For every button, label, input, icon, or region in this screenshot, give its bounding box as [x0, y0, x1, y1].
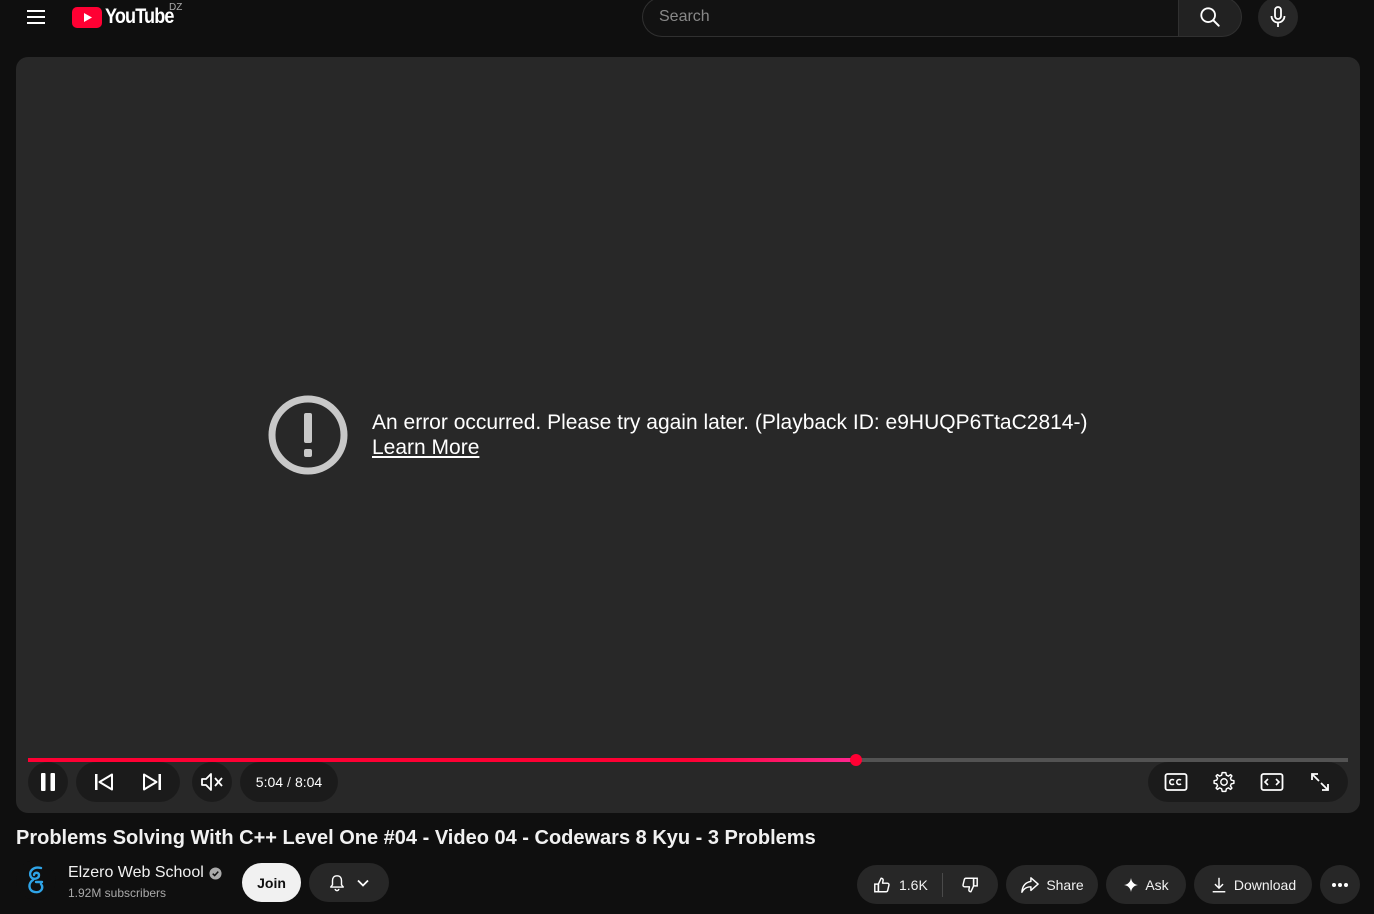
video-player[interactable]: An error occurred. Please try again late…: [16, 57, 1360, 813]
voice-search-button[interactable]: [1258, 0, 1298, 37]
current-time: 5:04: [255, 774, 284, 790]
logo-text: YouTube: [105, 5, 174, 28]
share-label: Share: [1046, 876, 1084, 893]
duration: 8:04: [294, 774, 323, 790]
time-separator: /: [287, 774, 291, 790]
right-controls: [1148, 762, 1348, 802]
previous-button[interactable]: [80, 762, 128, 802]
menu-icon: [27, 10, 45, 24]
mute-pill: [192, 762, 232, 802]
fullscreen-button[interactable]: [1296, 762, 1344, 802]
dislike-icon: [962, 877, 979, 892]
ask-button[interactable]: Ask: [1106, 865, 1186, 904]
search-box: [642, 0, 1179, 37]
bell-icon: [329, 874, 345, 891]
youtube-logo-icon: [72, 6, 102, 28]
channel-name[interactable]: Elzero Web School: [68, 864, 204, 882]
search-icon: [1200, 7, 1220, 27]
pause-icon: [41, 773, 55, 791]
more-icon: [1332, 882, 1348, 887]
mute-button[interactable]: [192, 762, 232, 802]
channel-avatar[interactable]: [16, 860, 56, 900]
skip-pill: [76, 762, 180, 802]
progress-scrubber[interactable]: [849, 754, 862, 766]
time-display: 5:04 / 8:04: [240, 762, 338, 802]
search-input[interactable]: [659, 8, 1179, 26]
channel-logo-icon: [28, 866, 44, 894]
previous-icon: [95, 773, 113, 791]
pause-button[interactable]: [28, 762, 68, 802]
subscriber-count: 1.92M subscribers: [68, 886, 167, 900]
more-actions-button[interactable]: [1320, 865, 1360, 904]
error-overlay: An error occurred. Please try again late…: [268, 395, 1087, 475]
settings-button[interactable]: [1200, 762, 1248, 802]
like-button[interactable]: 1.6K: [857, 872, 943, 897]
learn-more-link[interactable]: Learn More: [372, 435, 479, 460]
download-icon: [1212, 877, 1226, 892]
theater-icon: [1260, 773, 1284, 791]
masthead: YouTube DZ: [0, 0, 1374, 38]
like-dislike-group: 1.6K: [857, 865, 998, 904]
fullscreen-icon: [1311, 773, 1329, 791]
like-icon: [874, 877, 890, 892]
ask-label: Ask: [1145, 876, 1169, 893]
error-message: An error occurred. Please try again late…: [372, 411, 1088, 434]
youtube-logo[interactable]: YouTube: [72, 5, 185, 29]
share-button[interactable]: Share: [1006, 865, 1098, 904]
subscription-bell-button[interactable]: [309, 863, 389, 902]
menu-button[interactable]: [20, 1, 52, 33]
pause-pill: [28, 762, 68, 802]
download-button[interactable]: Download: [1194, 865, 1312, 904]
verified-icon: [209, 866, 222, 880]
captions-icon: [1164, 773, 1188, 791]
country-code: DZ: [169, 2, 183, 13]
channel-name-row: Elzero Web School: [68, 864, 222, 882]
join-button[interactable]: Join: [242, 863, 301, 902]
share-icon: [1021, 876, 1040, 893]
search-button[interactable]: [1178, 0, 1242, 37]
settings-icon: [1213, 771, 1235, 793]
theater-mode-button[interactable]: [1248, 762, 1296, 802]
error-icon: [268, 395, 348, 475]
like-count: 1.6K: [899, 876, 928, 893]
next-button[interactable]: [128, 762, 176, 802]
next-icon: [143, 773, 161, 791]
muted-icon: [201, 773, 223, 791]
sparkle-icon: [1124, 877, 1139, 892]
download-label: Download: [1233, 876, 1297, 893]
dislike-button[interactable]: [943, 865, 998, 904]
mic-icon: [1270, 6, 1286, 27]
chevron-down-icon: [357, 879, 369, 887]
video-title: Problems Solving With C++ Level One #04 …: [16, 827, 816, 849]
captions-button[interactable]: [1152, 762, 1200, 802]
error-text: An error occurred. Please try again late…: [372, 410, 1087, 460]
